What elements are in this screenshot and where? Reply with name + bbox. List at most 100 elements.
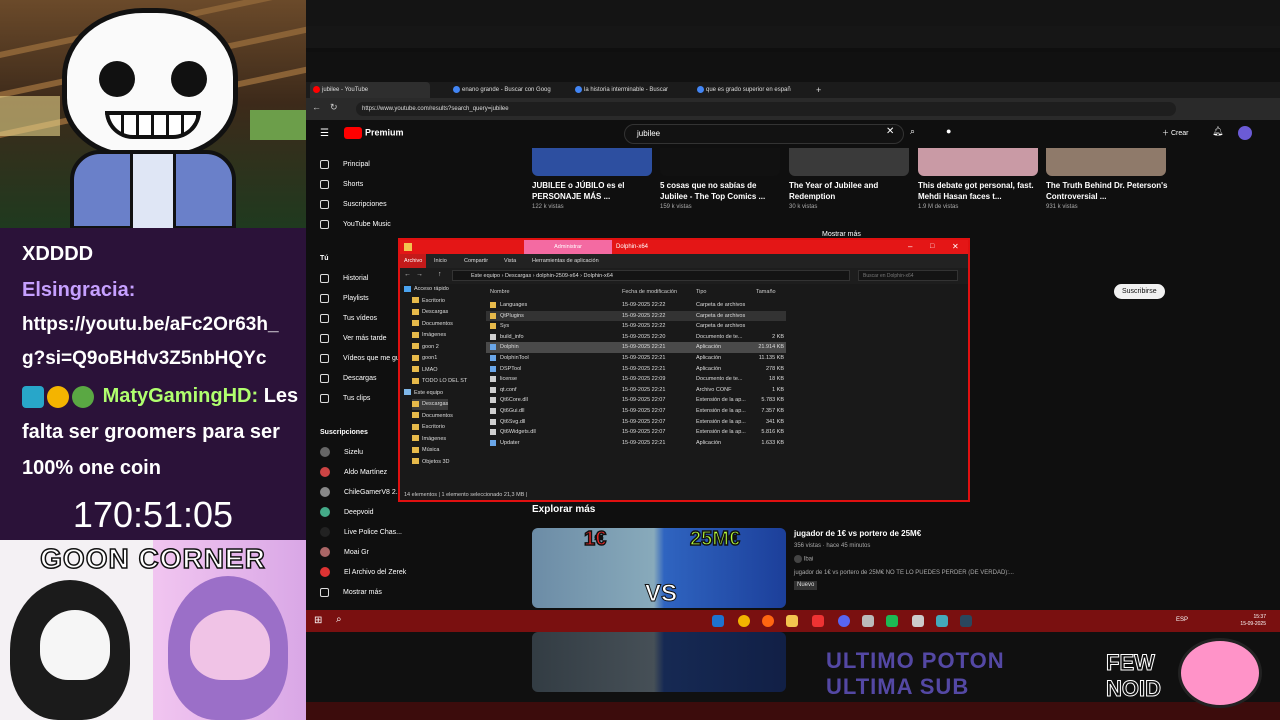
ribbon-tab-herramientas[interactable]: Herramientas de aplicación bbox=[532, 254, 599, 268]
video-thumbnail[interactable] bbox=[789, 148, 909, 176]
tab-youtube[interactable]: jubilee - YouTube bbox=[310, 82, 430, 98]
breadcrumb-item[interactable]: dolphin-2509-x64 bbox=[536, 273, 579, 279]
nav-item[interactable]: Este equipo bbox=[404, 388, 443, 399]
file-row[interactable]: Qt6Widgets.dll 15-09-2025 22:07 Extensión … bbox=[486, 427, 786, 438]
language-indicator[interactable]: ESP bbox=[1176, 617, 1188, 623]
search-icon[interactable]: ⌕ bbox=[336, 614, 342, 625]
ribbon-tab-archivo[interactable]: Archivo bbox=[400, 254, 427, 268]
sidebar-item[interactable]: Tus vídeos bbox=[320, 312, 377, 326]
sidebar-item[interactable]: YouTube Music bbox=[320, 218, 391, 232]
featured-channel[interactable]: Ibai bbox=[794, 555, 1014, 565]
sidebar-item[interactable]: Tus clips bbox=[320, 392, 370, 406]
nav-item[interactable]: Descargas bbox=[412, 307, 448, 318]
breadcrumb-item[interactable]: Dolphin-x64 bbox=[584, 273, 613, 279]
sidebar-item[interactable]: Deepvoid bbox=[320, 506, 374, 520]
app-icon[interactable] bbox=[912, 615, 924, 627]
menu-icon[interactable]: ☰ bbox=[320, 128, 329, 139]
sidebar-item[interactable]: Historial bbox=[320, 272, 368, 286]
nav-item[interactable]: Descargas bbox=[412, 399, 449, 410]
featured-title[interactable]: jugador de 1€ vs portero de 25M€ bbox=[794, 529, 921, 538]
steam-icon[interactable] bbox=[960, 615, 972, 627]
video-title[interactable]: This debate got personal, fast. Mehdi Ha… bbox=[918, 180, 1040, 202]
sidebar-item[interactable]: Descargas bbox=[320, 372, 376, 386]
close-button[interactable]: ✕ bbox=[952, 240, 959, 254]
search-icon[interactable]: ⌕ bbox=[910, 126, 915, 137]
file-row[interactable]: QtPlugins 15-09-2025 22:22 Carpeta de arch… bbox=[486, 310, 786, 322]
file-row[interactable]: Qt6Svg.dll 15-09-2025 22:07 Extensión de l… bbox=[486, 417, 786, 428]
edge-icon[interactable] bbox=[712, 615, 724, 627]
search-input[interactable]: Buscar en Dolphin-x64 bbox=[858, 270, 958, 281]
sidebar-item[interactable]: Suscripciones bbox=[320, 426, 368, 440]
video-thumbnail[interactable] bbox=[532, 148, 652, 176]
nav-item[interactable]: Imágenes bbox=[412, 434, 446, 445]
sidebar-item[interactable]: Mostrar más bbox=[320, 586, 382, 600]
ribbon-tab-inicio[interactable]: Inicio bbox=[434, 254, 447, 268]
app-icon[interactable] bbox=[936, 615, 948, 627]
video-title[interactable]: 5 cosas que no sabías de Jubilee - The T… bbox=[660, 180, 782, 202]
reload-icon[interactable]: ↻ bbox=[330, 102, 338, 113]
sidebar-item[interactable]: Ver más tarde bbox=[320, 332, 387, 346]
up-icon[interactable]: ↑ bbox=[438, 271, 442, 278]
file-row[interactable]: Qt6Gui.dll 15-09-2025 22:07 Extensión de l… bbox=[486, 406, 786, 417]
search-input[interactable]: jubilee bbox=[624, 124, 904, 144]
sidebar-item[interactable]: Shorts bbox=[320, 178, 363, 192]
nav-item[interactable]: Objetos 3D bbox=[412, 457, 450, 468]
nav-item[interactable]: goon 2 bbox=[412, 342, 439, 353]
firefox-icon[interactable] bbox=[762, 615, 774, 627]
sidebar-item[interactable]: Aldo Martínez bbox=[320, 466, 387, 480]
discord-icon[interactable] bbox=[838, 615, 850, 627]
nav-item[interactable]: Imágenes bbox=[412, 330, 446, 341]
nav-item[interactable]: Escritorio bbox=[412, 296, 445, 307]
youtube-logo[interactable]: Premium bbox=[344, 127, 404, 141]
avatar[interactable] bbox=[1238, 126, 1252, 140]
minimize-button[interactable]: – bbox=[908, 240, 912, 254]
nav-item[interactable]: Documentos bbox=[412, 319, 453, 330]
sidebar-item[interactable]: Live Police Chas... bbox=[320, 526, 402, 540]
subscribe-button[interactable]: Suscribirse bbox=[1114, 284, 1165, 299]
file-row[interactable]: Updater 15-09-2025 22:21 Aplicación 1.633 K… bbox=[486, 438, 786, 449]
column-name[interactable]: Nombre bbox=[490, 286, 510, 298]
file-row[interactable]: Sys 15-09-2025 22:22 Carpeta de archivos bbox=[486, 321, 786, 332]
column-type[interactable]: Tipo bbox=[696, 286, 707, 298]
ribbon-tab-compartir[interactable]: Compartir bbox=[464, 254, 488, 268]
app-icon[interactable] bbox=[812, 615, 824, 627]
video-title[interactable]: The Year of Jubilee and Redemption bbox=[789, 180, 911, 202]
nav-item[interactable]: Acceso rápido bbox=[404, 284, 449, 295]
nav-item[interactable]: LMAO bbox=[412, 365, 438, 376]
video-title[interactable]: The Truth Behind Dr. Peterson's Controve… bbox=[1046, 180, 1168, 202]
file-row[interactable]: Languages 15-09-2025 22:22 Carpeta de arch… bbox=[486, 300, 786, 311]
column-date[interactable]: Fecha de modificación bbox=[622, 286, 677, 298]
sidebar-item[interactable]: ChileGamerV8 2... bbox=[320, 486, 402, 500]
video-thumbnail[interactable] bbox=[1046, 148, 1166, 176]
bell-icon[interactable]: 🔔︎ bbox=[1212, 126, 1223, 137]
folder-icon[interactable] bbox=[786, 615, 798, 627]
sidebar-item[interactable]: Playlists bbox=[320, 292, 369, 306]
url-field[interactable]: https://www.youtube.com/results?search_q… bbox=[356, 102, 1176, 116]
nav-item[interactable]: goon1 bbox=[412, 353, 437, 364]
ribbon-tab-vista[interactable]: Vista bbox=[504, 254, 516, 268]
sidebar-item[interactable]: Vídeos que me gu bbox=[320, 352, 400, 366]
video-thumbnail[interactable] bbox=[660, 148, 780, 176]
app-icon[interactable] bbox=[886, 615, 898, 627]
nav-item[interactable]: Escritorio bbox=[412, 422, 445, 433]
back-icon[interactable]: ← bbox=[312, 102, 321, 112]
maximize-button[interactable]: □ bbox=[930, 240, 934, 254]
taskbar-clock[interactable]: 15:37 15-09-2025 bbox=[1240, 614, 1266, 628]
sidebar-item[interactable]: Moai Gr bbox=[320, 546, 369, 560]
back-icon[interactable]: ← bbox=[404, 271, 411, 278]
show-more-button[interactable]: Mostrar más bbox=[822, 231, 861, 238]
chrome-icon[interactable] bbox=[738, 615, 750, 627]
windows-start-icon[interactable]: ⊞ bbox=[314, 615, 322, 626]
sidebar-item[interactable]: Sizelu bbox=[320, 446, 363, 460]
nav-item[interactable]: TODO LO DEL ST bbox=[412, 376, 467, 387]
file-row[interactable]: Qt6Core.dll 15-09-2025 22:07 Extensión de … bbox=[486, 395, 786, 406]
sidebar-item[interactable]: El Archivo del Zerek bbox=[320, 566, 406, 580]
breadcrumb-item[interactable]: Descargas bbox=[505, 273, 531, 279]
clear-search-icon[interactable]: ✕ bbox=[886, 126, 894, 137]
sidebar-item[interactable]: Suscripciones bbox=[320, 198, 387, 212]
column-size[interactable]: Tamaño bbox=[756, 286, 776, 298]
forward-icon[interactable]: → bbox=[416, 271, 423, 278]
sidebar-item[interactable]: Principal bbox=[320, 158, 370, 172]
create-button[interactable]: ＋ Crear bbox=[1162, 128, 1188, 138]
breadcrumb[interactable]: Este equipo › Descargas › dolphin-2509-x… bbox=[452, 270, 850, 281]
